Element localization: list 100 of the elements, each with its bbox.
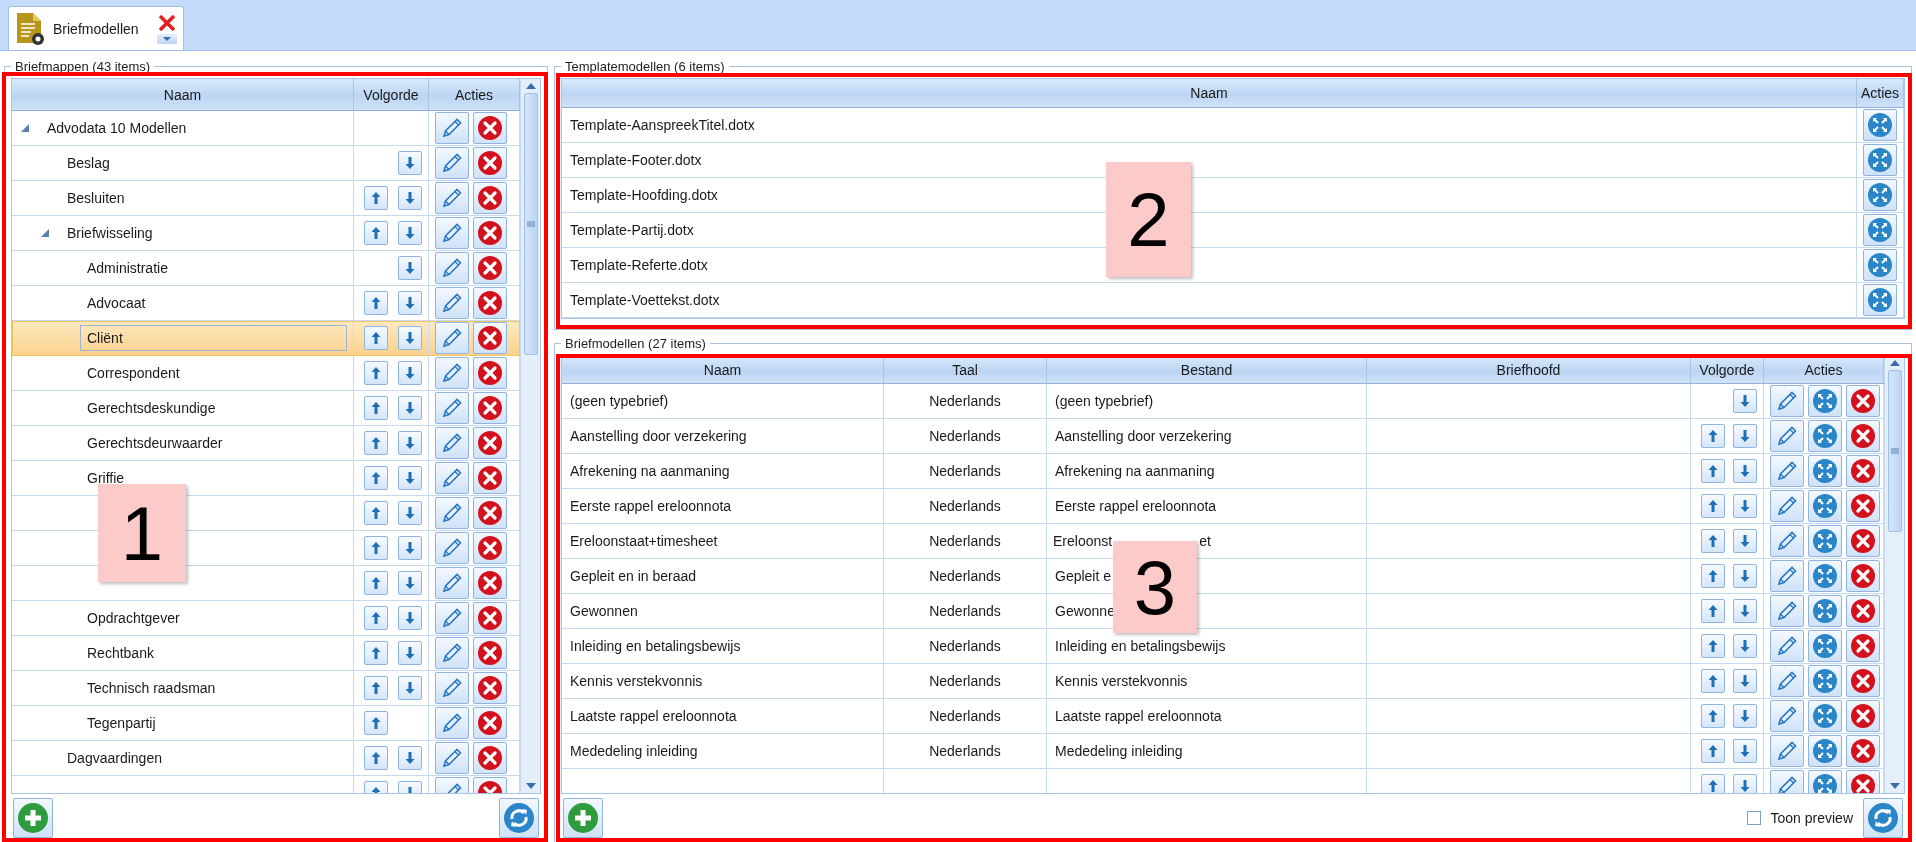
table-row[interactable]: Afrekening na aanmaning Nederlands Afrekening na aanmaning xyxy=(562,454,1884,489)
edit-button[interactable] xyxy=(1770,665,1804,697)
tree-row[interactable]: Gerechtsdeskundige xyxy=(12,391,520,426)
move-down-button[interactable] xyxy=(1733,599,1757,623)
expand-button[interactable] xyxy=(1808,735,1842,767)
move-down-button[interactable] xyxy=(1733,704,1757,728)
delete-button[interactable] xyxy=(473,602,507,634)
move-up-button[interactable] xyxy=(1701,739,1725,763)
column-header[interactable]: Acties xyxy=(429,79,520,111)
edit-button[interactable] xyxy=(435,567,469,599)
edit-button[interactable] xyxy=(435,427,469,459)
edit-button[interactable] xyxy=(435,602,469,634)
column-header[interactable]: Volgorde xyxy=(1691,356,1764,384)
edit-button[interactable] xyxy=(1770,490,1804,522)
move-down-button[interactable] xyxy=(1733,739,1757,763)
column-header[interactable]: Naam xyxy=(562,79,1857,108)
expand-button[interactable] xyxy=(1863,249,1897,281)
move-down-button[interactable] xyxy=(398,466,422,490)
tree-row[interactable]: Briefwisseling xyxy=(12,216,520,251)
edit-button[interactable] xyxy=(435,392,469,424)
tree-row[interactable]: Administratie xyxy=(12,251,520,286)
move-up-button[interactable] xyxy=(364,361,388,385)
move-down-button[interactable] xyxy=(1733,459,1757,483)
refresh-button[interactable] xyxy=(499,798,539,838)
edit-button[interactable] xyxy=(435,672,469,704)
move-down-button[interactable] xyxy=(398,501,422,525)
delete-button[interactable] xyxy=(473,147,507,179)
expand-button[interactable] xyxy=(1863,109,1897,141)
move-up-button[interactable] xyxy=(1701,669,1725,693)
expander-icon[interactable] xyxy=(40,228,50,238)
delete-button[interactable] xyxy=(1846,455,1880,487)
tree-row[interactable]: Beslag xyxy=(12,146,520,181)
expand-button[interactable] xyxy=(1808,665,1842,697)
scroll-down-icon[interactable] xyxy=(1889,783,1900,789)
edit-button[interactable] xyxy=(1770,525,1804,557)
edit-button[interactable] xyxy=(435,637,469,669)
tree-row[interactable]: Rechtbank xyxy=(12,636,520,671)
move-down-button[interactable] xyxy=(1733,424,1757,448)
scroll-down-icon[interactable] xyxy=(525,783,536,789)
delete-button[interactable] xyxy=(473,427,507,459)
delete-button[interactable] xyxy=(1846,560,1880,592)
selected-tree-row[interactable]: Cliënt xyxy=(12,321,520,356)
move-up-button[interactable] xyxy=(1701,494,1725,518)
edit-button[interactable] xyxy=(435,217,469,249)
edit-button[interactable] xyxy=(435,182,469,214)
move-down-button[interactable] xyxy=(1733,564,1757,588)
expander-icon[interactable] xyxy=(20,123,30,133)
expand-button[interactable] xyxy=(1863,284,1897,316)
scroll-up-icon[interactable] xyxy=(1889,360,1900,366)
delete-button[interactable] xyxy=(1846,420,1880,452)
expand-button[interactable] xyxy=(1863,214,1897,246)
column-header[interactable]: Bestand xyxy=(1047,356,1367,384)
table-row[interactable]: Aanstelling door verzekering Nederlands Aanstelling door verzekering xyxy=(562,419,1884,454)
move-up-button[interactable] xyxy=(1701,774,1725,793)
column-header[interactable]: Volgorde xyxy=(354,79,429,111)
dropdown-button[interactable] xyxy=(157,33,177,44)
move-down-button[interactable] xyxy=(398,186,422,210)
scrollbar[interactable] xyxy=(1884,356,1904,793)
table-row[interactable]: Mededeling inleiding Nederlands Mededeling inleiding xyxy=(562,734,1884,769)
move-down-button[interactable] xyxy=(398,221,422,245)
move-down-button[interactable] xyxy=(1733,529,1757,553)
edit-button[interactable] xyxy=(435,462,469,494)
edit-button[interactable] xyxy=(1770,700,1804,732)
tree-row[interactable]: Griffie xyxy=(12,461,520,496)
delete-button[interactable] xyxy=(473,567,507,599)
move-down-button[interactable] xyxy=(398,291,422,315)
move-down-button[interactable] xyxy=(398,641,422,665)
move-up-button[interactable] xyxy=(364,221,388,245)
expand-button[interactable] xyxy=(1808,595,1842,627)
move-up-button[interactable] xyxy=(364,326,388,350)
delete-button[interactable] xyxy=(473,112,507,144)
delete-button[interactable] xyxy=(473,637,507,669)
tree-row[interactable]: Correspondent xyxy=(12,356,520,391)
expand-button[interactable] xyxy=(1808,700,1842,732)
delete-button[interactable] xyxy=(1846,665,1880,697)
tree-row[interactable]: Tegenpartij xyxy=(12,706,520,741)
move-down-button[interactable] xyxy=(398,361,422,385)
expand-button[interactable] xyxy=(1808,560,1842,592)
delete-button[interactable] xyxy=(473,392,507,424)
move-down-button[interactable] xyxy=(398,676,422,700)
edit-button[interactable] xyxy=(1770,630,1804,662)
edit-button[interactable] xyxy=(1770,595,1804,627)
edit-button[interactable] xyxy=(1770,560,1804,592)
expand-button[interactable] xyxy=(1863,144,1897,176)
delete-button[interactable] xyxy=(473,532,507,564)
delete-button[interactable] xyxy=(473,462,507,494)
move-down-button[interactable] xyxy=(1733,774,1757,793)
delete-button[interactable] xyxy=(473,287,507,319)
move-up-button[interactable] xyxy=(364,501,388,525)
move-up-button[interactable] xyxy=(1701,459,1725,483)
delete-button[interactable] xyxy=(473,672,507,704)
refresh-button[interactable] xyxy=(1863,798,1903,838)
delete-button[interactable] xyxy=(473,707,507,739)
delete-button[interactable] xyxy=(473,357,507,389)
move-down-button[interactable] xyxy=(398,571,422,595)
move-up-button[interactable] xyxy=(364,396,388,420)
move-down-button[interactable] xyxy=(398,536,422,560)
delete-button[interactable] xyxy=(1846,700,1880,732)
tree-row[interactable] xyxy=(12,566,520,601)
move-down-button[interactable] xyxy=(398,256,422,280)
